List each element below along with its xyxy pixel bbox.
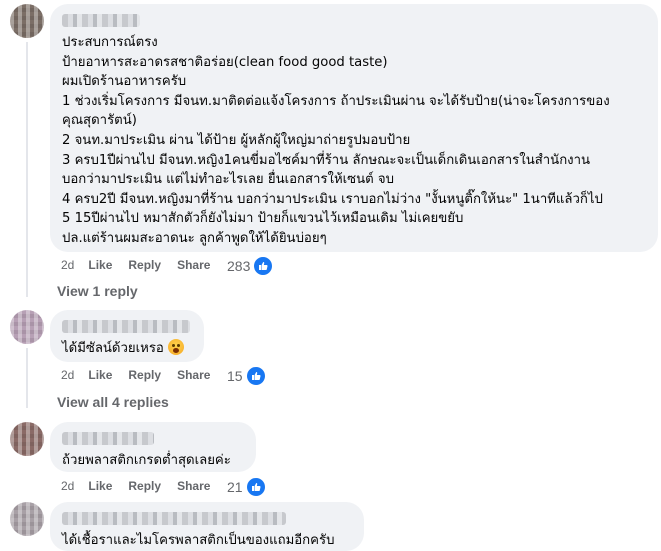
comment-text-line: ป้ายอาหารสะอาดรสชาติอร่อย(clean food goo… [62,54,388,70]
commenter-name-blurred[interactable] [62,432,154,445]
comment-timestamp[interactable]: 2d [61,479,74,493]
comment-text-line: บอกว่ามาประเมิน แต่ไม่ทำอะไรเลย ยื่นเอกส… [62,172,394,188]
comment-text-line: 5 15ปีผ่านไป หมาสักตัวก็ยังไม่มา ป้ายก็แ… [62,211,464,227]
reaction-count-value: 21 [227,479,243,495]
comment-text-line: ได้มีซัลน์ด้วยเหรอ [62,339,192,359]
comment-text-line: คุณสุดารัตน์) [62,113,137,129]
commenter-name-blurred[interactable] [62,320,190,333]
comment-text-line: ผมเปิดร้านอาหารครับ [62,74,187,90]
comment-text-line: 3 ครบ1ปีผ่านไป มีจนท.หญิง1คนขี่มอไซค์มาท… [62,152,591,168]
reaction-count-value: 15 [227,368,243,384]
avatar[interactable] [10,502,44,536]
comment-actions: 2d Like Reply Share [61,368,226,382]
reaction-count[interactable]: 15 [227,365,267,387]
comment-text-line: ปล.แต่ร้านผมสะอาดนะ ลูกค้าพูดให้ได้ยินบ่… [62,230,327,246]
reaction-count[interactable]: 283 [227,255,275,277]
reaction-count[interactable]: 21 [227,476,267,498]
comment-bubble: ได้เชื้อราและไมโครพลาสติกเป็นของแถมอีกคร… [50,502,364,551]
comment-text-line: 2 จนท.มาประเมิน ผ่าน ได้ป้าย ผู้หลักผู้ใ… [62,132,411,148]
reaction-count-value: 283 [227,258,251,274]
astonished-face-icon [167,339,184,355]
thumbs-up-icon [252,255,275,277]
like-button[interactable]: Like [88,258,112,272]
comment-text-line: ประสบการณ์ตรง [62,35,158,50]
commenter-name-blurred[interactable] [62,512,286,525]
reply-button[interactable]: Reply [128,258,161,272]
view-replies-link[interactable]: View 1 reply [57,283,138,299]
like-button[interactable]: Like [88,368,112,382]
comment-actions: 2d Like Reply Share [61,479,226,493]
avatar[interactable] [10,422,44,456]
like-button[interactable]: Like [88,479,112,493]
comment-text-line: 1 ช่วงเริ่มโครงการ มีจนท.มาติดต่อแจ้งโคร… [62,93,610,109]
commenter-name-blurred[interactable] [62,14,140,27]
comment-text-line: ถ้วยพลาสติกเกรดต่ำสุดเลยค่ะ [62,453,231,468]
reply-button[interactable]: Reply [128,368,161,382]
comment-text-line: ได้เชื้อราและไมโครพลาสติกเป็นของแถมอีกคร… [62,533,335,548]
avatar[interactable] [10,310,44,344]
comment-text: ได้มีซัลน์ด้วยเหรอ [62,341,164,356]
share-button[interactable]: Share [177,258,210,272]
comment-timestamp[interactable]: 2d [61,368,74,382]
comment-timestamp[interactable]: 2d [61,258,74,272]
comment-text-line: 4 ครบ2ปี มีจนท.หญิงมาที่ร้าน บอกว่ามาประ… [62,191,603,207]
thread-line [26,42,28,297]
reply-button[interactable]: Reply [128,479,161,493]
thumbs-up-icon [244,476,267,498]
view-replies-link[interactable]: View all 4 replies [57,394,169,410]
share-button[interactable]: Share [177,368,210,382]
comment-actions: 2d Like Reply Share [61,258,226,272]
avatar[interactable] [10,4,44,38]
thread-line [26,348,28,408]
thumbs-up-icon [244,365,267,387]
comment-bubble: ประสบการณ์ตรง ป้ายอาหารสะอาดรสชาติอร่อย(… [50,4,658,252]
comment-bubble: ถ้วยพลาสติกเกรดต่ำสุดเลยค่ะ [50,422,256,472]
comment-bubble: ได้มีซัลน์ด้วยเหรอ [50,310,204,362]
share-button[interactable]: Share [177,479,210,493]
